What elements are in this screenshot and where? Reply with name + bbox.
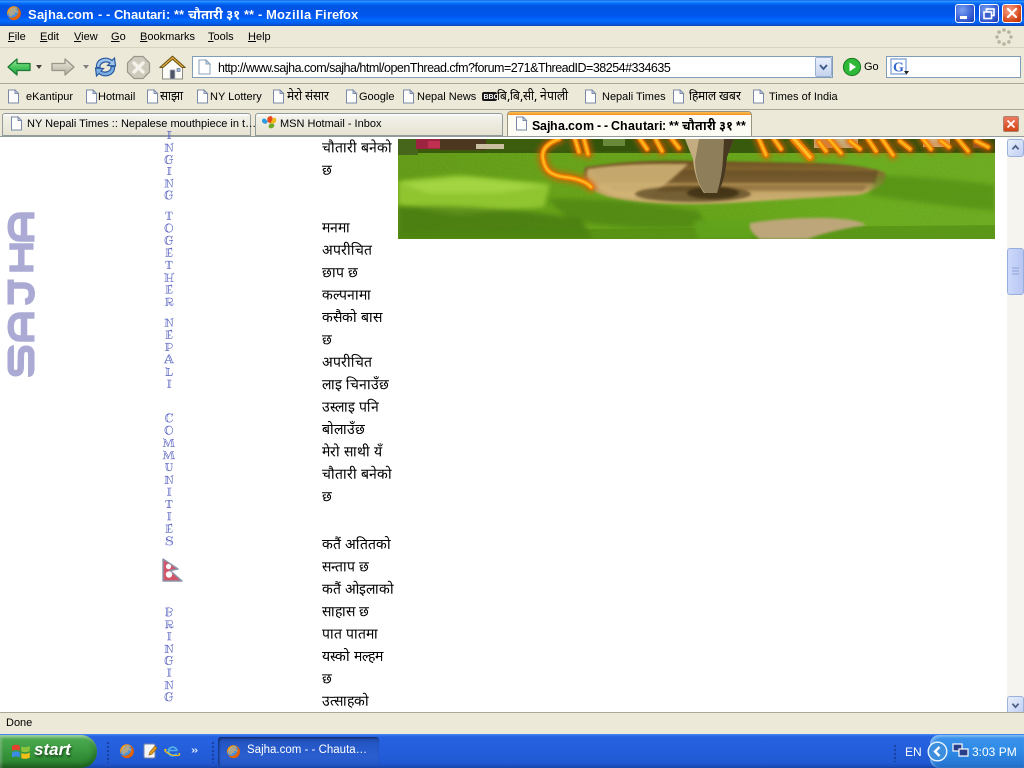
svg-text:BBC: BBC: [484, 94, 498, 101]
svg-text:G: G: [893, 61, 904, 76]
